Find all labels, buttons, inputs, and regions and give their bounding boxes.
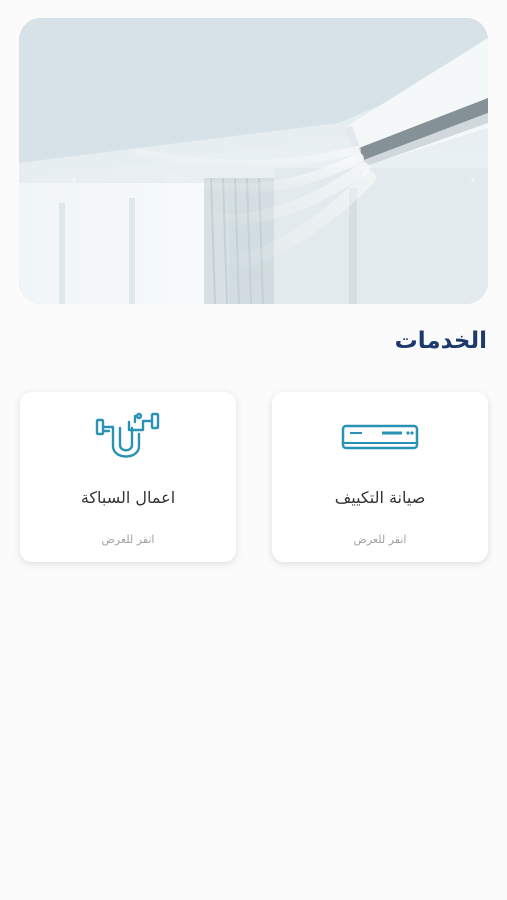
service-title: صيانة التكييف (334, 488, 426, 507)
service-hint: انقر للعرض (101, 533, 155, 546)
service-card-plumbing[interactable]: اعمال السباكة انقر للعرض (20, 392, 236, 562)
section-title: الخدمات (394, 328, 487, 354)
service-title: اعمال السباكة (80, 488, 176, 507)
hero-banner[interactable]: ‹ › (19, 18, 488, 304)
service-card-ac-maintenance[interactable]: صيانة التكييف انقر للعرض (272, 392, 488, 562)
air-conditioner-icon (272, 408, 488, 472)
carousel-next-icon[interactable]: › (465, 173, 481, 189)
service-hint: انقر للعرض (353, 533, 407, 546)
services-page: ‹ › الخدمات صيانة التكييف انقر للعرض اعم… (0, 0, 507, 900)
plumbing-pipe-icon (20, 408, 236, 472)
air-conditioner-photo (19, 18, 488, 304)
carousel-prev-icon[interactable]: ‹ (66, 173, 82, 189)
